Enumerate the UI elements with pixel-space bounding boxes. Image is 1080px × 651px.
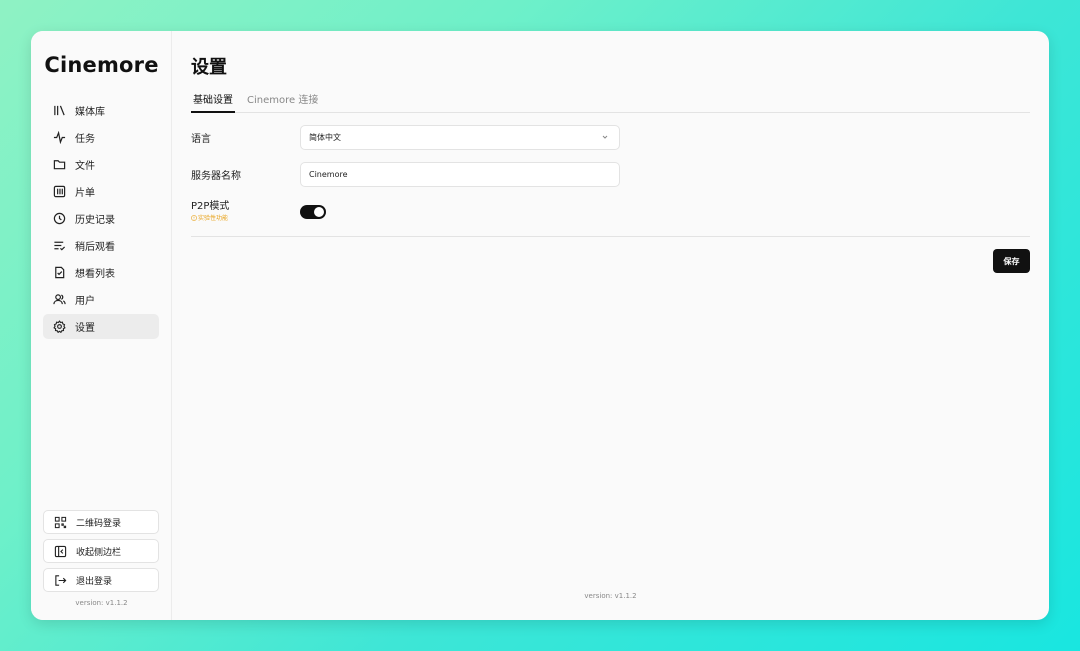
brand-logo: Cinemore [44,53,159,77]
toggle-knob [314,206,324,217]
p2p-toggle[interactable] [300,204,326,219]
playlist-icon [52,185,66,199]
collapse-sidebar-label: 收起侧边栏 [76,547,122,558]
main-version: version: v1.1.2 [584,592,637,600]
sidebar-item-tasks[interactable]: 任务 [43,125,159,150]
info-icon [191,214,197,221]
p2p-label-group: P2P模式 实验性功能 [191,201,300,222]
language-value: 简体中文 [309,133,341,142]
logout-icon [53,573,67,587]
chevron-down-icon [602,135,608,139]
sidebar-item-wishlist[interactable]: 想看列表 [43,260,159,285]
sidebar-collapse-icon [53,544,67,558]
gear-icon [52,320,66,334]
qr-code-icon [53,515,67,529]
logout-button[interactable]: 退出登录 [43,568,159,592]
settings-tabs: 基础设置 Cinemore 连接 [191,89,1030,113]
sidebar-item-label: 媒体库 [75,107,105,118]
sidebar-version: version: v1.1.2 [75,599,128,607]
tab-cinemore-connection[interactable]: Cinemore 连接 [245,89,320,113]
page-title: 设置 [191,57,227,78]
sidebar-item-label: 想看列表 [75,269,115,280]
language-row: 语言 简体中文 [191,125,620,150]
tab-basic-settings[interactable]: 基础设置 [191,89,235,113]
save-button[interactable]: 保存 [993,249,1030,273]
activity-icon [52,131,66,145]
sidebar-bottom: 二维码登录 收起侧边栏 退出登录 [43,510,159,597]
history-icon [52,212,66,226]
users-icon [52,293,66,307]
sidebar: Cinemore 媒体库 任务 文件 片单 历史记录 稍后观看 想看列表 用户 … [31,31,172,620]
p2p-row: P2P模式 实验性功能 [191,201,326,222]
language-select[interactable]: 简体中文 [300,125,620,150]
sidebar-item-settings[interactable]: 设置 [43,314,159,339]
sidebar-item-history[interactable]: 历史记录 [43,206,159,231]
sidebar-item-label: 任务 [75,134,95,145]
server-name-label: 服务器名称 [191,171,241,182]
watch-later-icon [52,239,66,253]
qr-login-label: 二维码登录 [76,518,122,529]
server-name-input[interactable]: Cinemore [300,162,620,187]
sidebar-item-files[interactable]: 文件 [43,152,159,177]
logout-label: 退出登录 [76,576,113,587]
server-name-value: Cinemore [309,170,348,179]
language-label: 语言 [191,134,211,145]
sidebar-item-label: 稍后观看 [75,242,115,253]
sidebar-item-library[interactable]: 媒体库 [43,98,159,123]
sidebar-item-label: 文件 [75,161,95,172]
sidebar-item-users[interactable]: 用户 [43,287,159,312]
collapse-sidebar-button[interactable]: 收起侧边栏 [43,539,159,563]
sidebar-item-watch-later[interactable]: 稍后观看 [43,233,159,258]
main-content: 设置 基础设置 Cinemore 连接 语言 简体中文 服务器名称 Cinemo… [172,31,1049,620]
experimental-text: 实验性功能 [198,215,229,222]
app-window: Cinemore 媒体库 任务 文件 片单 历史记录 稍后观看 想看列表 用户 … [31,31,1049,620]
library-icon [52,104,66,118]
sidebar-nav: 媒体库 任务 文件 片单 历史记录 稍后观看 想看列表 用户 设置 [43,98,159,341]
wishlist-icon [52,266,66,280]
sidebar-item-label: 片单 [75,188,95,199]
experimental-badge: 实验性功能 [191,213,300,222]
sidebar-item-playlists[interactable]: 片单 [43,179,159,204]
qr-login-button[interactable]: 二维码登录 [43,510,159,534]
divider [191,236,1030,237]
sidebar-item-label: 历史记录 [75,215,115,226]
folder-icon [52,158,66,172]
sidebar-item-label: 用户 [75,296,95,307]
p2p-label: P2P模式 [191,201,230,212]
sidebar-item-label: 设置 [75,323,95,334]
server-name-row: 服务器名称 Cinemore [191,162,620,187]
